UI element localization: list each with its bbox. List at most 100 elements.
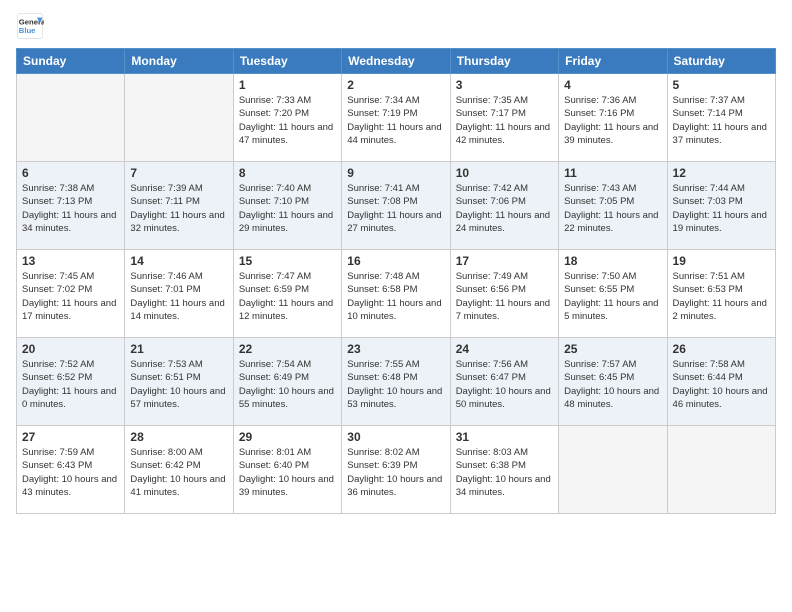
- cal-cell: 21Sunrise: 7:53 AM Sunset: 6:51 PM Dayli…: [125, 338, 233, 426]
- day-number: 17: [456, 254, 553, 268]
- cal-cell: 8 Sunrise: 7:40 AM Sunset: 7:10 PM Daylig…: [233, 162, 341, 250]
- day-header-sunday: Sunday: [17, 49, 125, 74]
- cal-cell: 2 Sunrise: 7:34 AM Sunset: 7:19 PM Daylig…: [342, 74, 450, 162]
- day-number: 29: [239, 430, 336, 444]
- day-number: 25: [564, 342, 661, 356]
- day-number: 4: [564, 78, 661, 92]
- day-info: Sunrise: 7:55 AM Sunset: 6:48 PM Dayligh…: [347, 358, 444, 411]
- day-info: Sunrise: 7:43 AM Sunset: 7:05 PM Dayligh…: [564, 182, 661, 235]
- day-number: 19: [673, 254, 770, 268]
- cal-cell: 15 Sunrise: 7:47 AM Sunset: 6:59 PM Dayli…: [233, 250, 341, 338]
- logo: General Blue: [16, 12, 44, 40]
- cal-cell: 3 Sunrise: 7:35 AM Sunset: 7:17 PM Daylig…: [450, 74, 558, 162]
- calendar-table: SundayMondayTuesdayWednesdayThursdayFrid…: [16, 48, 776, 514]
- cal-cell: 17 Sunrise: 7:49 AM Sunset: 6:56 PM Dayli…: [450, 250, 558, 338]
- day-number: 5: [673, 78, 770, 92]
- day-number: 16: [347, 254, 444, 268]
- calendar-week-3: 13 Sunrise: 7:45 AM Sunset: 7:02 PM Dayli…: [17, 250, 776, 338]
- day-number: 13: [22, 254, 119, 268]
- day-info: Sunrise: 7:56 AM Sunset: 6:47 PM Dayligh…: [456, 358, 553, 411]
- cal-cell: 28Sunrise: 8:00 AM Sunset: 6:42 PM Dayli…: [125, 426, 233, 514]
- day-number: 27: [22, 430, 119, 444]
- day-number: 11: [564, 166, 661, 180]
- day-info: Sunrise: 7:35 AM Sunset: 7:17 PM Dayligh…: [456, 94, 553, 147]
- cal-cell: 29Sunrise: 8:01 AM Sunset: 6:40 PM Dayli…: [233, 426, 341, 514]
- cal-cell: 11 Sunrise: 7:43 AM Sunset: 7:05 PM Dayli…: [559, 162, 667, 250]
- day-info: Sunrise: 7:57 AM Sunset: 6:45 PM Dayligh…: [564, 358, 661, 411]
- day-info: Sunrise: 8:03 AM Sunset: 6:38 PM Dayligh…: [456, 446, 553, 499]
- day-info: Sunrise: 7:38 AM Sunset: 7:13 PM Dayligh…: [22, 182, 119, 235]
- cal-cell: 1Sunrise: 7:33 AM Sunset: 7:20 PM Daylig…: [233, 74, 341, 162]
- day-info: Sunrise: 7:33 AM Sunset: 7:20 PM Dayligh…: [239, 94, 336, 147]
- day-info: Sunrise: 7:47 AM Sunset: 6:59 PM Dayligh…: [239, 270, 336, 323]
- day-header-friday: Friday: [559, 49, 667, 74]
- day-info: Sunrise: 7:52 AM Sunset: 6:52 PM Dayligh…: [22, 358, 119, 411]
- cal-cell: 12Sunrise: 7:44 AM Sunset: 7:03 PM Dayli…: [667, 162, 775, 250]
- cal-cell: 5Sunrise: 7:37 AM Sunset: 7:14 PM Daylig…: [667, 74, 775, 162]
- cal-cell: [559, 426, 667, 514]
- day-info: Sunrise: 7:58 AM Sunset: 6:44 PM Dayligh…: [673, 358, 770, 411]
- day-info: Sunrise: 7:45 AM Sunset: 7:02 PM Dayligh…: [22, 270, 119, 323]
- cal-cell: 26Sunrise: 7:58 AM Sunset: 6:44 PM Dayli…: [667, 338, 775, 426]
- cal-cell: 18 Sunrise: 7:50 AM Sunset: 6:55 PM Dayli…: [559, 250, 667, 338]
- cal-cell: 9 Sunrise: 7:41 AM Sunset: 7:08 PM Daylig…: [342, 162, 450, 250]
- day-info: Sunrise: 7:54 AM Sunset: 6:49 PM Dayligh…: [239, 358, 336, 411]
- cal-cell: 13 Sunrise: 7:45 AM Sunset: 7:02 PM Dayli…: [17, 250, 125, 338]
- calendar-week-1: 1Sunrise: 7:33 AM Sunset: 7:20 PM Daylig…: [17, 74, 776, 162]
- day-info: Sunrise: 7:42 AM Sunset: 7:06 PM Dayligh…: [456, 182, 553, 235]
- header: General Blue: [16, 12, 776, 40]
- cal-cell: 22 Sunrise: 7:54 AM Sunset: 6:49 PM Dayli…: [233, 338, 341, 426]
- day-number: 10: [456, 166, 553, 180]
- day-info: Sunrise: 7:48 AM Sunset: 6:58 PM Dayligh…: [347, 270, 444, 323]
- cal-cell: 27 Sunrise: 7:59 AM Sunset: 6:43 PM Dayli…: [17, 426, 125, 514]
- day-number: 22: [239, 342, 336, 356]
- day-number: 24: [456, 342, 553, 356]
- day-number: 2: [347, 78, 444, 92]
- day-info: Sunrise: 7:50 AM Sunset: 6:55 PM Dayligh…: [564, 270, 661, 323]
- day-info: Sunrise: 7:34 AM Sunset: 7:19 PM Dayligh…: [347, 94, 444, 147]
- calendar-week-4: 20Sunrise: 7:52 AM Sunset: 6:52 PM Dayli…: [17, 338, 776, 426]
- day-number: 3: [456, 78, 553, 92]
- day-info: Sunrise: 7:49 AM Sunset: 6:56 PM Dayligh…: [456, 270, 553, 323]
- day-number: 8: [239, 166, 336, 180]
- cal-cell: 30Sunrise: 8:02 AM Sunset: 6:39 PM Dayli…: [342, 426, 450, 514]
- cal-cell: 24 Sunrise: 7:56 AM Sunset: 6:47 PM Dayli…: [450, 338, 558, 426]
- day-number: 23: [347, 342, 444, 356]
- cal-cell: 10 Sunrise: 7:42 AM Sunset: 7:06 PM Dayli…: [450, 162, 558, 250]
- cal-cell: 7 Sunrise: 7:39 AM Sunset: 7:11 PM Daylig…: [125, 162, 233, 250]
- day-header-monday: Monday: [125, 49, 233, 74]
- day-number: 18: [564, 254, 661, 268]
- cal-cell: 25 Sunrise: 7:57 AM Sunset: 6:45 PM Dayli…: [559, 338, 667, 426]
- day-number: 9: [347, 166, 444, 180]
- cal-cell: 16 Sunrise: 7:48 AM Sunset: 6:58 PM Dayli…: [342, 250, 450, 338]
- cal-cell: 14 Sunrise: 7:46 AM Sunset: 7:01 PM Dayli…: [125, 250, 233, 338]
- cal-cell: [17, 74, 125, 162]
- day-number: 12: [673, 166, 770, 180]
- day-header-tuesday: Tuesday: [233, 49, 341, 74]
- day-number: 15: [239, 254, 336, 268]
- day-header-thursday: Thursday: [450, 49, 558, 74]
- day-number: 30: [347, 430, 444, 444]
- day-info: Sunrise: 7:51 AM Sunset: 6:53 PM Dayligh…: [673, 270, 770, 323]
- day-info: Sunrise: 7:39 AM Sunset: 7:11 PM Dayligh…: [130, 182, 227, 235]
- day-header-wednesday: Wednesday: [342, 49, 450, 74]
- day-header-saturday: Saturday: [667, 49, 775, 74]
- cal-cell: 23 Sunrise: 7:55 AM Sunset: 6:48 PM Dayli…: [342, 338, 450, 426]
- day-info: Sunrise: 8:00 AM Sunset: 6:42 PM Dayligh…: [130, 446, 227, 499]
- day-info: Sunrise: 7:46 AM Sunset: 7:01 PM Dayligh…: [130, 270, 227, 323]
- day-info: Sunrise: 7:59 AM Sunset: 6:43 PM Dayligh…: [22, 446, 119, 499]
- calendar-week-2: 6Sunrise: 7:38 AM Sunset: 7:13 PM Daylig…: [17, 162, 776, 250]
- day-number: 14: [130, 254, 227, 268]
- calendar-week-5: 27 Sunrise: 7:59 AM Sunset: 6:43 PM Dayli…: [17, 426, 776, 514]
- cal-cell: [667, 426, 775, 514]
- cal-cell: [125, 74, 233, 162]
- day-number: 31: [456, 430, 553, 444]
- day-number: 7: [130, 166, 227, 180]
- cal-cell: 31 Sunrise: 8:03 AM Sunset: 6:38 PM Dayli…: [450, 426, 558, 514]
- cal-cell: 6Sunrise: 7:38 AM Sunset: 7:13 PM Daylig…: [17, 162, 125, 250]
- day-info: Sunrise: 7:40 AM Sunset: 7:10 PM Dayligh…: [239, 182, 336, 235]
- cal-cell: 19 Sunrise: 7:51 AM Sunset: 6:53 PM Dayli…: [667, 250, 775, 338]
- day-info: Sunrise: 7:41 AM Sunset: 7:08 PM Dayligh…: [347, 182, 444, 235]
- day-number: 21: [130, 342, 227, 356]
- day-info: Sunrise: 7:36 AM Sunset: 7:16 PM Dayligh…: [564, 94, 661, 147]
